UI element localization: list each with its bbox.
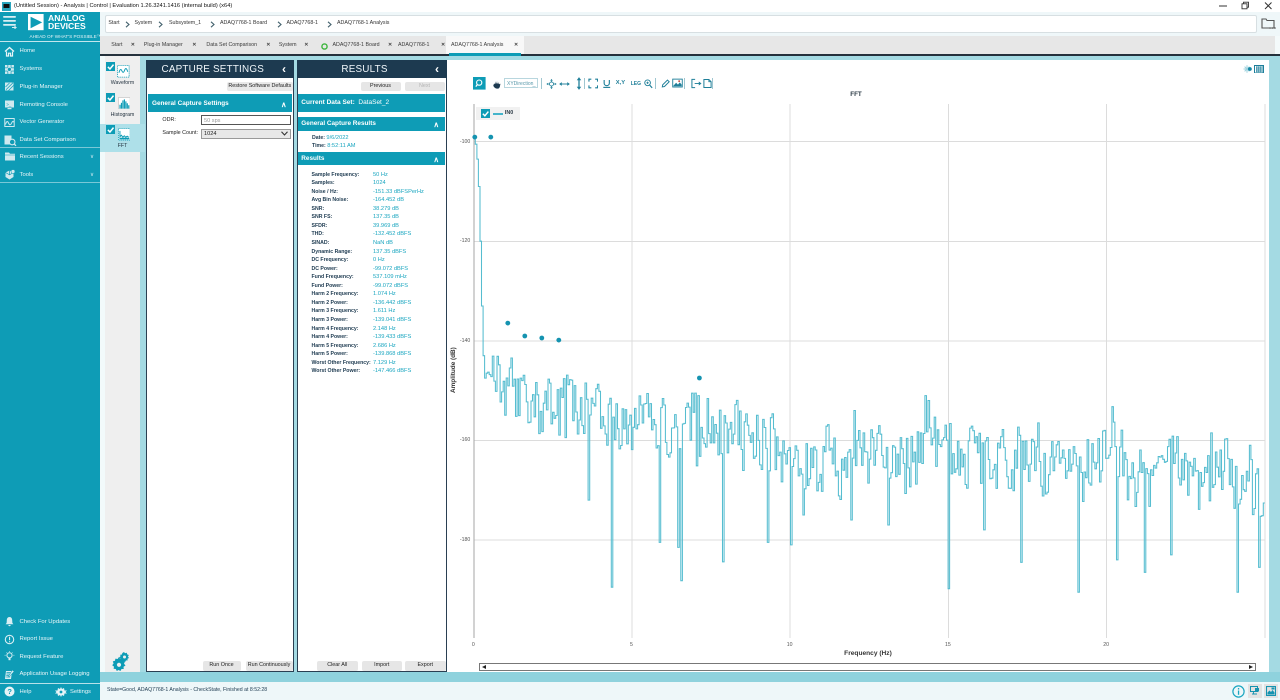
svg-text:?: ? (7, 687, 12, 696)
svg-text:>_: >_ (6, 102, 11, 107)
